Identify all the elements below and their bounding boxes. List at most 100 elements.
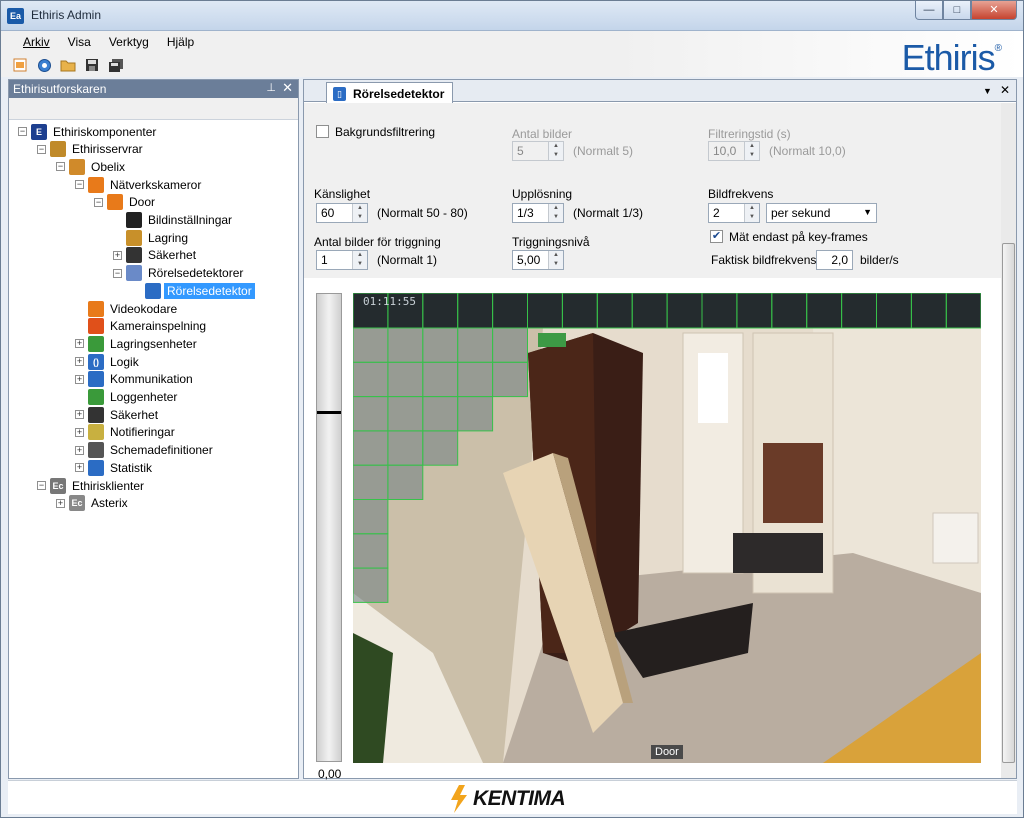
filter-time-input[interactable]: 10,0 ▲ ▼ [708, 141, 760, 161]
tab-menu-icon[interactable]: ▼ [983, 86, 992, 96]
filter-time-hint: (Normalt 10,0) [769, 144, 846, 158]
tree-item[interactable]: Rörelsedetektor [132, 282, 255, 299]
tree-item[interactable]: + Säkerhet [75, 406, 161, 423]
tree-item[interactable]: Bildinställningar [113, 212, 235, 229]
menu-visa[interactable]: Visa [59, 31, 100, 49]
menu-arkiv[interactable]: Arkiv [14, 31, 59, 49]
explorer-header: Ethirisutforskaren ⊥ ✕ [9, 80, 298, 98]
tree-item[interactable]: + () Logik [75, 353, 142, 370]
tree-item[interactable]: + Statistik [75, 459, 155, 476]
tree-item[interactable]: − Rörelsedetektorer [113, 265, 246, 282]
tree-item[interactable]: Videokodare [75, 300, 180, 317]
tree-item[interactable]: − E Ethiriskomponenter [18, 123, 159, 140]
tree-item-label: Ethiriskomponenter [53, 124, 157, 139]
new-icon[interactable] [11, 56, 29, 74]
sensitivity-spinner[interactable]: ▲ ▼ [352, 204, 367, 222]
resolution-input[interactable]: 1/3 ▲ ▼ [512, 203, 564, 223]
filter-time-spinner[interactable]: ▲ ▼ [744, 142, 759, 160]
app-window: Ea Ethiris Admin — □ ✕ Arkiv Visa Verktyg H… [0, 0, 1024, 818]
open-folder-icon[interactable] [59, 56, 77, 74]
camera-timestamp: 01:11:55 [363, 295, 416, 308]
trigger-images-spinner[interactable]: ▲ ▼ [352, 251, 367, 269]
chevron-down-icon: ▼ [863, 207, 872, 217]
collapse-icon[interactable]: − [113, 268, 122, 278]
frame-rate-spinner[interactable]: ▲ ▼ [744, 204, 759, 222]
tree-item[interactable]: + Kommunikation [75, 371, 196, 388]
collapse-icon[interactable]: − [94, 197, 103, 207]
trigger-level-spinner[interactable]: ▲ ▼ [548, 251, 563, 269]
tree-item[interactable]: + Ec Asterix [56, 495, 131, 512]
app-icon: Ea [7, 8, 24, 24]
collapse-icon[interactable]: − [18, 127, 27, 136]
tree-item[interactable]: + Schemadefinitioner [75, 442, 216, 459]
expand-icon[interactable]: + [75, 410, 84, 420]
expand-icon[interactable]: + [75, 374, 84, 384]
tree-item[interactable]: + Säkerhet [113, 247, 199, 264]
tree-item-label: Lagring [148, 230, 189, 245]
vertical-scrollbar[interactable] [1001, 103, 1016, 778]
tree-node-icon [88, 459, 104, 476]
frame-rate-unit-select[interactable]: per sekund ▼ [766, 203, 877, 223]
trigger-images-input[interactable]: 1 ▲ ▼ [316, 250, 368, 270]
settings-icon[interactable] [35, 56, 53, 74]
tree-item[interactable]: Kamerainspelning [75, 318, 209, 335]
expand-icon[interactable]: + [56, 498, 65, 508]
tree-item[interactable]: − Obelix [56, 158, 128, 175]
num-images-spinner[interactable]: ▲ ▼ [548, 142, 563, 160]
toolbar [1, 53, 1023, 77]
expand-icon[interactable]: + [75, 357, 84, 367]
pin-icon[interactable]: ⊥ [266, 81, 276, 94]
tree-item[interactable]: Loggenheter [75, 389, 180, 406]
camera-view[interactable]: 01:11:55 Door [353, 293, 981, 763]
tree-item-label: Door [129, 195, 156, 210]
num-images-input[interactable]: 5 ▲ ▼ [512, 141, 564, 161]
tree-node-icon [126, 212, 142, 228]
expand-icon[interactable]: + [75, 463, 84, 473]
explorer-close-icon[interactable]: ✕ [282, 80, 293, 96]
resolution-spinner[interactable]: ▲ ▼ [548, 204, 563, 222]
tree-item[interactable]: Lagring [113, 229, 191, 246]
expand-icon[interactable]: + [75, 339, 84, 349]
tree-item[interactable]: − Door [94, 194, 158, 211]
collapse-icon[interactable]: − [56, 162, 65, 172]
trigger-level-label: Triggningsnivå [512, 235, 590, 249]
menu-verktyg[interactable]: Verktyg [100, 31, 158, 49]
tree-item-label: Ethirisklienter [72, 478, 145, 493]
menu-hjalp[interactable]: Hjälp [158, 31, 203, 49]
expand-icon[interactable]: + [75, 427, 84, 437]
tree-item[interactable]: − Nätverkskameror [75, 176, 204, 193]
collapse-icon[interactable]: − [37, 144, 46, 154]
tree-item[interactable]: − Ethirisservrar [37, 141, 146, 158]
trigger-level-marker[interactable] [317, 411, 341, 414]
tree-item[interactable]: + Notifieringar [75, 424, 178, 441]
resolution-label: Upplösning [512, 187, 573, 201]
tree-node-icon [88, 176, 104, 193]
collapse-icon[interactable]: − [37, 481, 46, 490]
scrollbar-thumb[interactable] [1002, 243, 1015, 763]
tree-node-icon: Ec [69, 495, 85, 512]
minimize-button[interactable]: — [915, 1, 943, 20]
frame-rate-input[interactable]: 2 ▲ ▼ [708, 203, 760, 223]
maximize-button[interactable]: □ [943, 1, 971, 20]
tree-item-label: Bildinställningar [148, 213, 233, 227]
tab-rorelsedetektor[interactable]: ▯ Rörelsedetektor [326, 82, 454, 103]
tab-close-icon[interactable]: ✕ [1000, 83, 1010, 97]
save-icon[interactable] [83, 56, 101, 74]
tree-node-icon [88, 424, 104, 441]
tree-item-label: Ethirisservrar [72, 142, 143, 157]
save-all-icon[interactable] [107, 56, 125, 74]
keyframes-checkbox[interactable]: ✔ [710, 230, 723, 243]
expand-icon[interactable]: + [75, 445, 84, 455]
tree-item[interactable]: − Ec Ethirisklienter [37, 477, 147, 494]
collapse-icon[interactable]: − [75, 180, 84, 190]
tree-item-label: Notifieringar [110, 425, 175, 440]
close-button[interactable]: ✕ [971, 1, 1017, 20]
tree-node-icon [88, 406, 104, 423]
tree-item[interactable]: + Lagringsenheter [75, 335, 200, 352]
window-title: Ethiris Admin [31, 8, 102, 22]
trigger-level-input[interactable]: 5,00 ▲ ▼ [512, 250, 564, 270]
background-filter-checkbox[interactable] [316, 125, 329, 138]
expand-icon[interactable]: + [113, 250, 122, 260]
sensitivity-input[interactable]: 60 ▲ ▼ [316, 203, 368, 223]
tree-item-label: Asterix [91, 496, 128, 511]
